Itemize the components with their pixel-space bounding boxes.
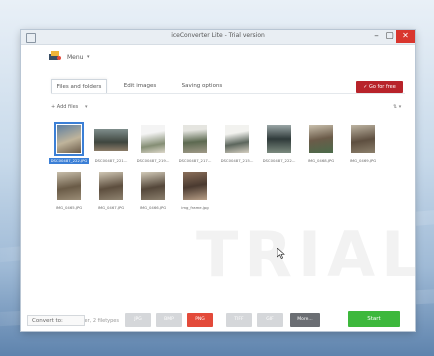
close-icon[interactable]: ✕ bbox=[396, 30, 415, 43]
file-tile[interactable]: DSC00487_217... bbox=[177, 125, 213, 169]
mouse-cursor-icon bbox=[277, 248, 285, 259]
file-tile[interactable]: img_frame.jpg bbox=[177, 172, 213, 216]
menu-logo-icon[interactable] bbox=[49, 51, 61, 60]
app-window: iceConverter Lite - Trial version – ▢ ✕ … bbox=[21, 30, 415, 331]
format-jpg-button[interactable]: JPG bbox=[125, 313, 151, 327]
file-name: IMG_0465.JPG bbox=[55, 205, 83, 210]
file-name: DSC00487_222.JPG bbox=[49, 158, 89, 164]
maximize-icon[interactable]: ▢ bbox=[383, 30, 396, 43]
file-thumbnail bbox=[99, 172, 123, 200]
convert-to-label: Convert to: bbox=[27, 315, 85, 326]
file-thumbnail bbox=[141, 172, 165, 200]
file-tile[interactable]: DSC00487_215... bbox=[219, 125, 255, 169]
file-name: IMG_0466.JPG bbox=[139, 205, 167, 210]
file-thumbnail bbox=[183, 172, 207, 200]
file-name: img_frame.jpg bbox=[181, 205, 209, 210]
view-options-icon[interactable]: ⇅ ▾ bbox=[393, 104, 401, 110]
file-tile[interactable]: DSC00487_221... bbox=[93, 125, 129, 169]
title-bar[interactable]: iceConverter Lite - Trial version – ▢ ✕ bbox=[21, 30, 415, 45]
file-thumbnail bbox=[141, 125, 165, 153]
go-pro-button[interactable]: ✓ Go for free bbox=[356, 81, 403, 93]
file-thumbnail bbox=[94, 129, 128, 151]
file-name: DSC00487_215... bbox=[220, 158, 254, 163]
file-name: IMG_0467.JPG bbox=[97, 205, 125, 210]
tab-saving-options[interactable]: Saving options bbox=[172, 79, 232, 93]
more-formats-button[interactable]: More... bbox=[290, 313, 320, 327]
file-tile[interactable]: IMG_0469.JPG bbox=[345, 125, 381, 169]
file-thumbnail bbox=[225, 125, 249, 153]
file-thumbnail bbox=[351, 125, 375, 153]
add-files-button[interactable]: + Add files bbox=[51, 104, 78, 110]
file-tile[interactable]: IMG_0466.JPG bbox=[135, 172, 171, 216]
file-tile[interactable]: DSC00487_219... bbox=[135, 125, 171, 169]
window-title: iceConverter Lite - Trial version bbox=[171, 32, 265, 39]
file-thumbnail bbox=[309, 125, 333, 153]
format-gif-button[interactable]: GIF bbox=[257, 313, 283, 327]
file-tile[interactable]: IMG_0467.JPG bbox=[93, 172, 129, 216]
file-tile[interactable]: DSC00487_222.JPG bbox=[49, 122, 89, 169]
minimize-icon[interactable]: – bbox=[370, 30, 383, 43]
chevron-down-icon[interactable]: ▾ bbox=[87, 54, 90, 60]
file-thumbnail bbox=[54, 122, 84, 156]
file-name: IMG_0469.JPG bbox=[349, 158, 377, 163]
start-button[interactable]: Start bbox=[348, 311, 400, 327]
trial-watermark: TRIAL bbox=[196, 218, 415, 291]
format-tiff-button[interactable]: TIFF bbox=[226, 313, 252, 327]
file-thumbnail bbox=[183, 125, 207, 153]
file-name: DSC00487_219... bbox=[136, 158, 170, 163]
file-tile[interactable]: DSC00487_222... bbox=[261, 125, 297, 169]
file-tile[interactable]: IMG_0468.JPG bbox=[303, 125, 339, 169]
tab-divider bbox=[51, 93, 405, 94]
file-thumbnail bbox=[267, 125, 291, 153]
file-name: DSC00487_222... bbox=[262, 158, 296, 163]
file-thumbnail bbox=[57, 172, 81, 200]
format-png-button[interactable]: PNG bbox=[187, 313, 213, 327]
add-files-dropdown-icon[interactable]: ▾ bbox=[85, 104, 88, 110]
format-bmp-button[interactable]: BMP bbox=[156, 313, 182, 327]
file-name: IMG_0468.JPG bbox=[307, 158, 335, 163]
tab-files-and-folders[interactable]: Files and folders bbox=[51, 79, 107, 94]
menu-button[interactable]: Menu bbox=[67, 54, 83, 61]
file-tile[interactable]: IMG_0465.JPG bbox=[51, 172, 87, 216]
tab-edit-images[interactable]: Edit images bbox=[113, 79, 167, 93]
file-name: DSC00487_217... bbox=[178, 158, 212, 163]
file-name: DSC00487_221... bbox=[94, 158, 128, 163]
